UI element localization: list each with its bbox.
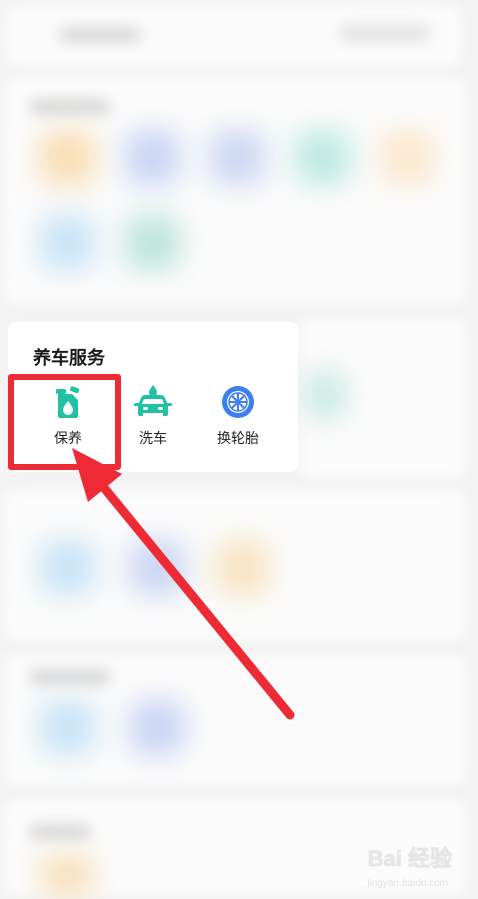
watermark-url: jingyan.baidu.com [367,878,448,889]
watermark-logo: Bai 经验 [367,846,452,871]
pointer-arrow [72,448,295,720]
